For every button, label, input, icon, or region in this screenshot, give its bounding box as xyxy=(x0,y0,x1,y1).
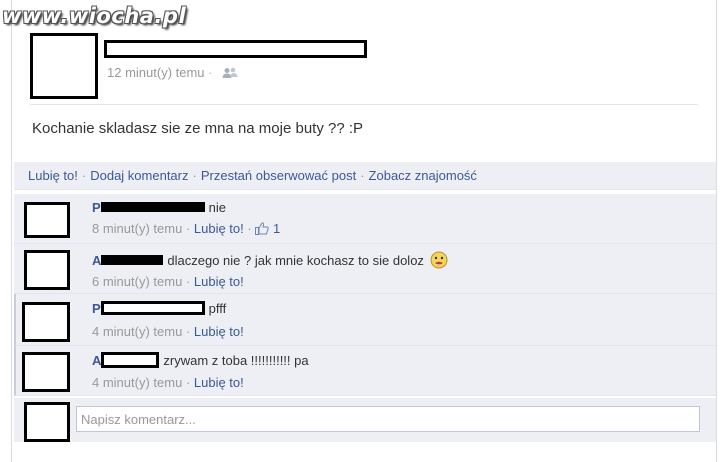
unfollow-post-button[interactable]: Przestań obserwować post xyxy=(201,168,356,183)
comment-timestamp[interactable]: 4 minut(y) temu xyxy=(92,324,182,339)
comment-text-line: Ppfff xyxy=(92,301,226,316)
commenter-name-initial[interactable]: P xyxy=(92,301,101,316)
post-meta: 12 minut(y) temu · xyxy=(107,65,238,80)
comment-timestamp[interactable]: 6 minut(y) temu xyxy=(92,274,182,289)
commenter-name-redacted xyxy=(100,301,205,315)
commenter-avatar-redacted[interactable] xyxy=(22,302,70,342)
commenter-name-initial[interactable]: A xyxy=(92,253,101,268)
comment-composer: Napisz komentarz... xyxy=(14,398,716,442)
add-comment-button[interactable]: Dodaj komentarz xyxy=(90,168,188,183)
post-timestamp[interactable]: 12 minut(y) temu xyxy=(107,65,205,80)
comment-timestamp[interactable]: 8 minut(y) temu xyxy=(92,221,182,236)
comment-text-line: Adlaczego nie ? jak mnie kochasz to sie … xyxy=(92,251,448,269)
author-name-redacted[interactable] xyxy=(104,40,367,58)
commenter-avatar-redacted[interactable] xyxy=(24,250,70,290)
comment-item: Ppfff 4 minut(y) temu · Lubię to! xyxy=(14,294,716,346)
comment-text: pfff xyxy=(208,301,227,316)
comment-text-line: Azrywam z toba !!!!!!!!!!! pa xyxy=(92,352,309,368)
commenter-name-initial[interactable]: P xyxy=(92,200,101,215)
current-user-avatar-redacted xyxy=(24,402,70,442)
comment-meta: 4 minut(y) temu · Lubię to! xyxy=(92,324,244,339)
header-divider xyxy=(30,104,698,105)
watermark: www.wiocha.pl xyxy=(2,4,187,28)
post-message: Kochanie skladasz sie ze mna na moje but… xyxy=(32,120,364,137)
comment-item: Pnie 8 minut(y) temu · Lubię to! · 1 xyxy=(14,194,716,244)
thumbs-up-icon[interactable] xyxy=(255,222,270,235)
commenter-name-redacted xyxy=(101,352,160,368)
commenter-avatar-redacted[interactable] xyxy=(24,202,70,238)
comment-like-button[interactable]: Lubię to! xyxy=(194,274,244,289)
comment-item: Adlaczego nie ? jak mnie kochasz to sie … xyxy=(14,244,716,294)
comment-item: Azrywam z toba !!!!!!!!!!! pa 4 minut(y)… xyxy=(14,346,716,396)
comment-likes-count[interactable]: 1 xyxy=(273,221,280,236)
commenter-name-redacted xyxy=(100,202,205,212)
comment-like-button[interactable]: Lubię to! xyxy=(194,375,244,390)
comment-text: nie xyxy=(208,200,227,215)
commenter-avatar-redacted[interactable] xyxy=(22,352,70,392)
comment-meta: 6 minut(y) temu · Lubię to! xyxy=(92,274,244,289)
comment-text-line: Pnie xyxy=(92,200,226,215)
comment-like-button[interactable]: Lubię to! xyxy=(194,324,244,339)
comment-input[interactable]: Napisz komentarz... xyxy=(76,406,700,432)
commenter-name-redacted xyxy=(101,255,164,265)
see-friendship-button[interactable]: Zobacz znajomość xyxy=(369,168,477,183)
comment-like-button[interactable]: Lubię to! xyxy=(194,221,244,236)
comment-text: dlaczego nie ? jak mnie kochasz to sie d… xyxy=(167,253,424,268)
comment-meta: 4 minut(y) temu · Lubię to! xyxy=(92,375,244,390)
sick-face-icon xyxy=(430,251,448,269)
comment-text: zrywam z toba !!!!!!!!!!! pa xyxy=(163,353,309,368)
author-avatar-redacted[interactable] xyxy=(30,33,98,99)
like-button[interactable]: Lubię to! xyxy=(28,168,78,183)
post-actions-bar: Lubię to! · Dodaj komentarz · Przestań obser… xyxy=(14,162,716,190)
comment-timestamp[interactable]: 4 minut(y) temu xyxy=(92,375,182,390)
friends-icon[interactable] xyxy=(222,67,238,79)
comment-meta: 8 minut(y) temu · Lubię to! · 1 xyxy=(92,221,281,236)
commenter-name-initial[interactable]: A xyxy=(92,353,101,368)
